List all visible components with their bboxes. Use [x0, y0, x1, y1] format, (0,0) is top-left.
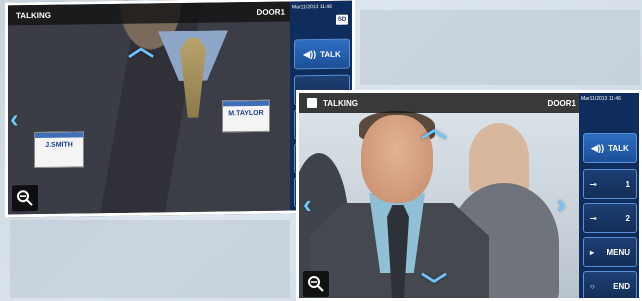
- end-label: END: [613, 281, 630, 291]
- badge-right-text: M.TAYLOR: [228, 109, 264, 118]
- magnifier-icon: [308, 276, 324, 292]
- end-button[interactable]: ○ END: [583, 271, 637, 298]
- arrow-left-icon[interactable]: ‹: [10, 103, 19, 133]
- speaker-icon: ◀)): [591, 142, 605, 153]
- name-badge-left: J.SMITH: [34, 131, 84, 169]
- door-label: DOOR1: [256, 7, 285, 17]
- key-icon: ⊸: [590, 213, 597, 223]
- zoom-out-icon[interactable]: [303, 271, 329, 297]
- tie: [180, 38, 206, 118]
- status-bar: TALKING DOOR1: [8, 1, 293, 26]
- key-1-label: 1: [625, 179, 630, 189]
- sd-card-icon: [307, 98, 317, 108]
- menu-button[interactable]: ▸ MENU: [583, 237, 637, 267]
- key-2-label: 2: [625, 213, 630, 223]
- zoom-out-icon[interactable]: [12, 184, 38, 212]
- talk-button[interactable]: ◀)) TALK: [583, 133, 637, 163]
- magnifier-icon: [17, 190, 33, 206]
- status-text: TALKING: [16, 10, 51, 20]
- clock: Mar11/2013 11:46: [292, 3, 332, 11]
- menu-label: MENU: [606, 247, 630, 257]
- status-text: TALKING: [323, 98, 358, 108]
- badge-left-text: J.SMITH: [45, 141, 73, 149]
- arrow-up-icon[interactable]: ︿: [128, 31, 154, 61]
- sd-card-icon: SD: [336, 14, 348, 25]
- end-icon: ○: [590, 281, 595, 291]
- arrow-up-icon[interactable]: ︿: [421, 115, 447, 141]
- door-label: DOOR1: [547, 98, 576, 108]
- name-badge-right: M.TAYLOR: [222, 99, 270, 133]
- clock: Mar11/2013 11:46: [581, 96, 621, 102]
- key-icon: ⊸: [590, 179, 597, 189]
- arrow-right-icon[interactable]: ›: [557, 191, 566, 217]
- key-button-2[interactable]: ⊸ 2: [583, 203, 637, 233]
- menu-arrow-icon: ▸: [590, 247, 595, 257]
- control-sidebar: Mar11/2013 11:46 ◀)) TALK ⊸ 1 ⊸ 2 ▸ MENU…: [579, 93, 639, 298]
- arrow-left-icon[interactable]: ‹: [303, 191, 312, 217]
- arrow-down-icon[interactable]: ﹀: [421, 273, 447, 298]
- talk-label: TALK: [320, 49, 341, 59]
- speaker-icon: ◀)): [303, 48, 317, 59]
- background-tile: [360, 10, 640, 85]
- talk-button[interactable]: ◀)) TALK: [294, 38, 350, 70]
- background-tile: [10, 220, 290, 298]
- intercom-screen-front: TALKING DOOR1 ︿ ‹ › ﹀ Mar11/2013 11:46 ◀…: [296, 90, 642, 301]
- status-bar: TALKING DOOR1: [299, 93, 584, 113]
- key-button-1[interactable]: ⊸ 1: [583, 169, 637, 199]
- talk-label: TALK: [608, 143, 629, 153]
